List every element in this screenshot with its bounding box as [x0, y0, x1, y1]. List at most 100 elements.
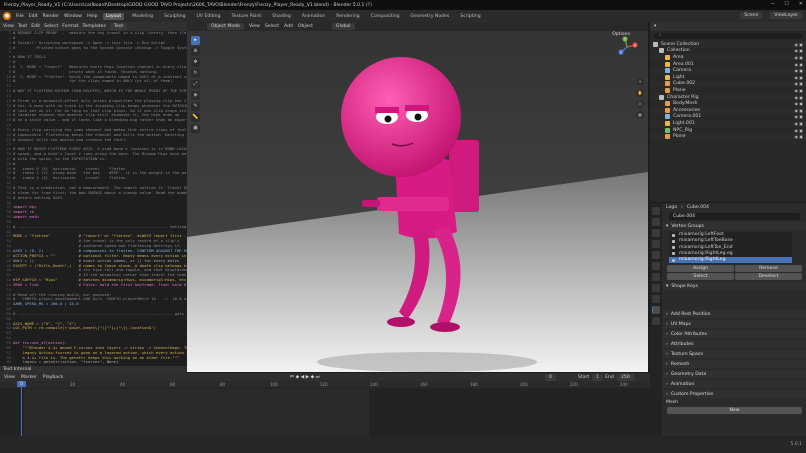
cursor-tool-icon[interactable]: ⊕ — [191, 47, 200, 56]
outliner-item[interactable]: NPC_Rig ◉ ▣ — [650, 127, 806, 134]
outliner-filter-icon[interactable]: ▾ — [654, 24, 656, 29]
workspace-tab-uv-editing[interactable]: UV Editing — [194, 13, 224, 20]
playhead[interactable] — [21, 381, 22, 436]
outliner-item[interactable]: Camera ◉ ▣ — [650, 67, 806, 74]
visibility-eye-icon[interactable]: ◉ ▣ — [794, 48, 803, 53]
timeline-ruler[interactable]: 0 20 40 60 80 100 120 140 160 180 200 220 240 — [0, 381, 650, 388]
viewport-menu-select[interactable]: Select — [265, 24, 279, 29]
timeline-track-area[interactable] — [24, 389, 369, 436]
outliner-item[interactable]: Character Rig ◉ ▣ — [650, 93, 806, 101]
close-icon[interactable]: ✕ — [799, 1, 803, 7]
object-tab-icon[interactable] — [652, 273, 660, 281]
visibility-eye-icon[interactable]: ◉ ▣ — [794, 88, 803, 93]
visibility-eye-icon[interactable]: ◉ ▣ — [794, 95, 803, 100]
outliner-item[interactable]: Collection ◉ ▣ — [650, 48, 806, 55]
start-frame-field[interactable]: 1 — [592, 373, 603, 381]
play-reverse-icon[interactable]: ◀ — [301, 375, 305, 380]
visibility-eye-icon[interactable]: ◉ ▣ — [794, 121, 803, 126]
workspace-tab-compositing[interactable]: Compositing — [368, 13, 403, 20]
modifier-tab-icon[interactable] — [652, 284, 660, 292]
outliner-item[interactable]: Scene Collection ◉ ▣ — [650, 41, 806, 48]
zoom-icon[interactable]: + — [636, 78, 644, 86]
outliner-item[interactable]: Area ◉ ▣ — [650, 54, 806, 61]
outliner-item[interactable]: Cube.002 ◉ ▣ — [650, 80, 806, 88]
properties-section-header[interactable]: › Texture Space — [663, 350, 806, 359]
text-file-selector[interactable]: Text — [109, 23, 128, 30]
visibility-eye-icon[interactable]: ◉ ▣ — [794, 68, 803, 73]
properties-section-header[interactable]: › Animation — [663, 380, 806, 389]
outliner-item[interactable]: Camera.001 ◉ ▣ — [650, 114, 806, 121]
visibility-eye-icon[interactable]: ◉ ▣ — [794, 108, 803, 113]
camera-view-icon[interactable]: 🎥 — [636, 100, 644, 108]
workspace-tab-animation[interactable]: Animation — [299, 13, 328, 20]
text-menu-edit[interactable]: Edit — [31, 24, 40, 29]
viewport-menu-object[interactable]: Object — [298, 24, 313, 29]
visibility-eye-icon[interactable]: ◉ ▣ — [794, 114, 803, 119]
text-menu-text[interactable]: Text — [18, 24, 27, 29]
properties-section-header[interactable]: › Color Attributes — [663, 330, 806, 339]
jump-start-icon[interactable]: ⏮ — [290, 375, 294, 380]
outliner-item[interactable]: Accessories ◉ ▣ — [650, 106, 806, 114]
viewport-menu-add[interactable]: Add — [284, 24, 293, 29]
visibility-eye-icon[interactable]: ◉ ▣ — [794, 134, 803, 139]
workspace-tab-layout[interactable]: Layout — [102, 12, 125, 20]
outliner-search-input[interactable]: ⌕ — [654, 33, 802, 39]
timeline-menu-marker[interactable]: Marker — [21, 375, 37, 380]
shape-keys-list[interactable] — [663, 290, 806, 308]
outliner-item[interactable]: Light.001 ◉ ▣ — [650, 120, 806, 127]
material-tab-icon[interactable] — [652, 317, 660, 325]
viewport-menu-view[interactable]: View — [249, 24, 260, 29]
code-area[interactable]: 1 # REBASE CLIP PROOF - measure the toy t… — [0, 30, 187, 366]
current-frame-field[interactable]: 0 — [545, 373, 556, 381]
timeline-menu-playback[interactable]: Playback — [43, 375, 64, 380]
menu-help[interactable]: Help — [87, 14, 97, 19]
viewport-options-button[interactable]: Options — [612, 32, 630, 37]
outliner-item[interactable]: Area.001 ◉ ▣ — [650, 61, 806, 68]
visibility-eye-icon[interactable]: ◉ ▣ — [794, 128, 803, 133]
visibility-eye-icon[interactable]: ◉ ▣ — [794, 101, 803, 106]
output-tab-icon[interactable] — [652, 229, 660, 237]
prev-key-icon[interactable]: ◆ — [296, 375, 300, 380]
visibility-eye-icon[interactable]: ◉ ▣ — [794, 55, 803, 60]
select-box-tool-icon[interactable]: ▸ — [191, 36, 200, 45]
workspace-tab-shading[interactable]: Shading — [269, 13, 294, 20]
properties-section-header[interactable]: › Attributes — [663, 340, 806, 349]
jump-end-icon[interactable]: ⏭ — [316, 375, 320, 380]
view-layer-tab-icon[interactable] — [652, 240, 660, 248]
outliner-item[interactable]: Body.Mesh ◉ ▣ — [650, 100, 806, 107]
mesh-data-tab-icon[interactable] — [652, 306, 660, 314]
vertex-groups-list[interactable]: mixamorig:LeftFoot mixamorig:LeftToeBase m… — [669, 232, 792, 264]
visibility-eye-icon[interactable]: ◉ ▣ — [794, 81, 803, 86]
outliner-item[interactable]: Plane ◉ ▣ — [650, 87, 806, 94]
menu-edit[interactable]: Edit — [29, 14, 38, 19]
end-frame-field[interactable]: 250 — [617, 373, 634, 381]
pan-hand-icon[interactable]: ✋ — [636, 89, 644, 97]
properties-section-header[interactable]: › Remesh — [663, 360, 806, 369]
measure-tool-icon[interactable]: 📏 — [191, 113, 200, 122]
rotate-tool-icon[interactable]: ↻ — [191, 69, 200, 78]
timeline-menu-view[interactable]: View — [4, 375, 15, 380]
3d-viewport[interactable]: X Y Z Object Mode View Select Add Object… — [187, 22, 648, 372]
menu-file[interactable]: File — [16, 14, 24, 19]
visibility-eye-icon[interactable]: ◉ ▣ — [794, 75, 803, 80]
outliner-item[interactable]: Plane ◉ ▣ — [650, 133, 806, 140]
workspace-tab-scripting[interactable]: Scripting — [457, 13, 483, 20]
move-tool-icon[interactable]: ✥ — [191, 58, 200, 67]
workspace-tab-modeling[interactable]: Modeling — [129, 13, 156, 20]
text-menu-select[interactable]: Select — [44, 24, 58, 29]
workspace-tab-sculpting[interactable]: Sculpting — [161, 13, 188, 20]
properties-section-header[interactable]: › Add Rest Position — [663, 310, 806, 319]
object-mode-dropdown[interactable]: Object Mode — [207, 23, 244, 30]
visibility-eye-icon[interactable]: ◉ ▣ — [794, 62, 803, 67]
outliner-item[interactable]: Light ◉ ▣ — [650, 74, 806, 81]
deselect-button[interactable]: Deselect — [735, 273, 802, 281]
visibility-eye-icon[interactable]: ◉ ▣ — [794, 42, 803, 47]
world-tab-icon[interactable] — [652, 262, 660, 270]
scene-tab-icon[interactable] — [652, 251, 660, 259]
scale-tool-icon[interactable]: ⤢ — [191, 80, 200, 89]
vertex-group-item[interactable]: mixamorig:RightLeg — [669, 257, 792, 264]
properties-section-header[interactable]: › UV Maps — [663, 320, 806, 329]
shape-keys-panel-header[interactable]: ▾ Shape Keys — [663, 282, 806, 291]
perspective-toggle-icon[interactable]: ▦ — [636, 111, 644, 119]
text-menu-view[interactable]: View — [3, 24, 14, 29]
